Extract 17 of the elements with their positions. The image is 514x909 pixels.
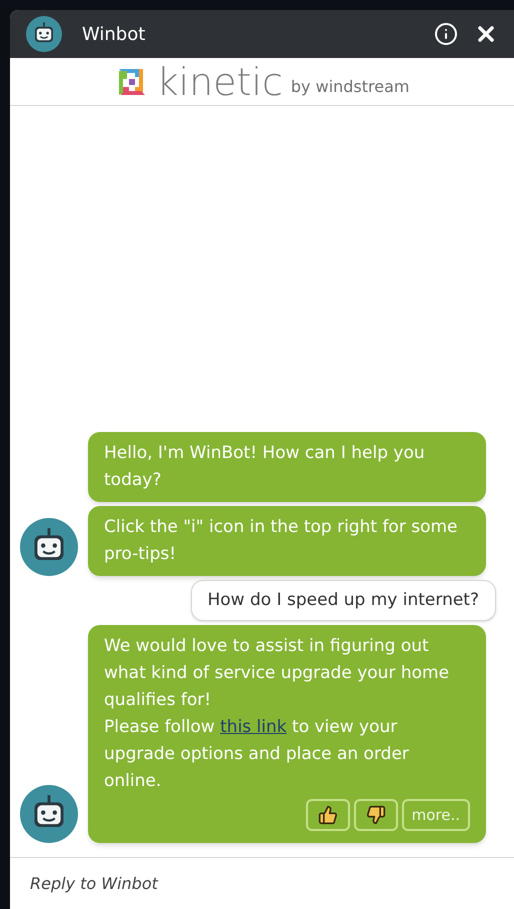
more-button[interactable]: more.. <box>402 799 470 831</box>
bot-message: We would love to assist in figuring out what kind of service upgrade your home qualifies for! <box>104 635 450 712</box>
thumbs-up-button[interactable] <box>306 799 350 831</box>
bot-message: Click the "i" icon in the top right for some pro-tips! <box>88 506 486 576</box>
thumbs-down-button[interactable] <box>354 799 398 831</box>
user-message: How do I speed up my internet? <box>190 580 496 621</box>
info-icon[interactable] <box>434 22 458 46</box>
bot-message: Hello, I'm WinBot! How can I help you today? <box>88 432 486 502</box>
logo-byline: by windstream <box>290 76 410 98</box>
window-title: Winbot <box>82 22 146 46</box>
bot-message: Please follow this link to view your upgrade options and place an order online. <box>104 716 410 793</box>
reply-field[interactable]: Reply to Winbot <box>30 872 494 896</box>
thumbs-down-icon <box>366 805 386 825</box>
thumbs-up-icon <box>318 805 338 825</box>
logo-wordmark: kinetic <box>156 62 283 100</box>
robot-avatar-icon <box>26 16 62 52</box>
link[interactable]: this link <box>220 717 287 737</box>
